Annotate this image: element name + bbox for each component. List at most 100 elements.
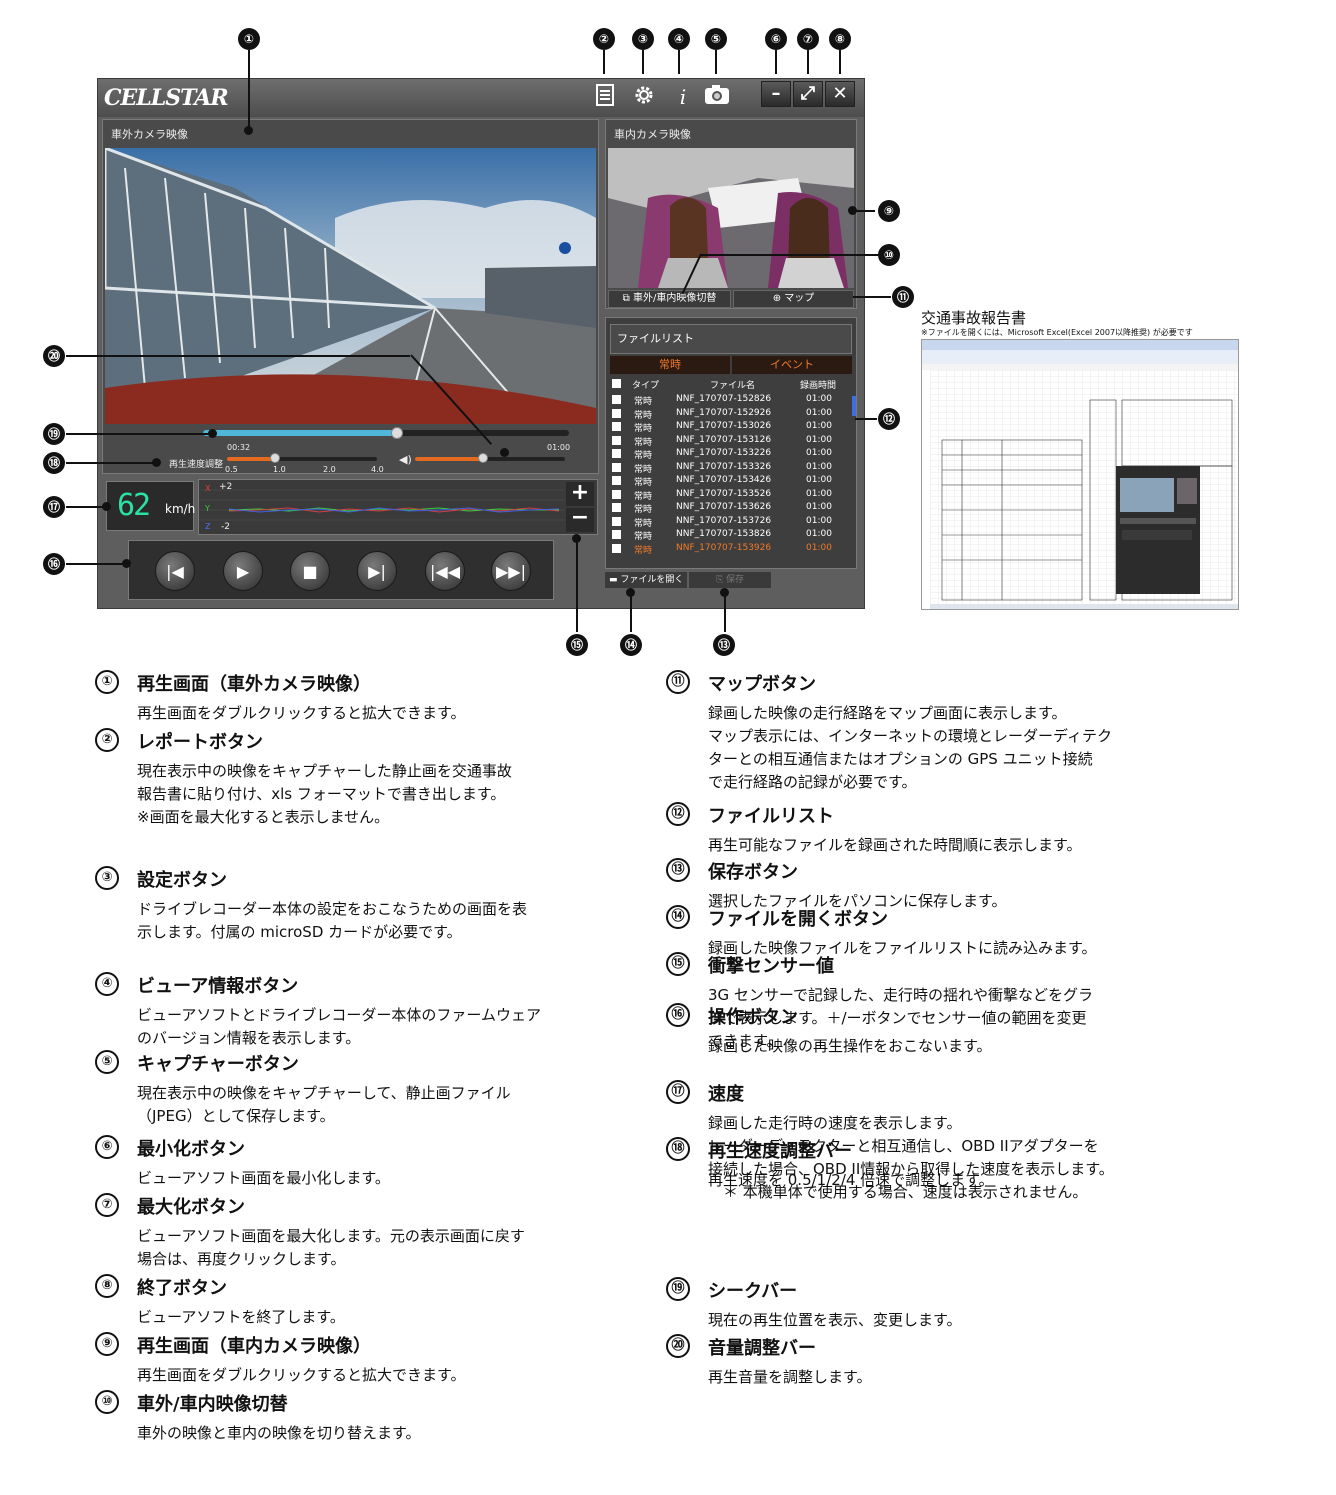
legend-title: マップボタン bbox=[708, 674, 816, 695]
graph-top-label: +2 bbox=[219, 482, 233, 492]
switch-camera-button[interactable]: ⧉ 車外/車内映像切替 bbox=[608, 290, 731, 308]
play-icon[interactable]: ▶ bbox=[223, 551, 263, 591]
file-checkbox[interactable] bbox=[612, 395, 621, 404]
volume-handle[interactable] bbox=[477, 453, 488, 463]
file-row[interactable]: 常時 NNF_170707-153026 01:00 bbox=[610, 420, 852, 434]
next-icon[interactable]: ▶| bbox=[357, 551, 397, 591]
legend-description: ビューアソフト画面を最小化します。 bbox=[137, 1169, 390, 1187]
callout-13: ⑬ bbox=[713, 634, 735, 656]
file-row[interactable]: 常時 NNF_170707-152826 01:00 bbox=[610, 393, 852, 407]
file-name: NNF_170707-153726 bbox=[676, 515, 772, 526]
maximize-button[interactable]: ⤢ bbox=[793, 81, 823, 107]
file-row[interactable]: 常時 NNF_170707-153926 01:00 bbox=[610, 542, 852, 556]
file-row[interactable]: 常時 NNF_170707-153226 01:00 bbox=[610, 447, 852, 461]
playback-speed-handle[interactable] bbox=[270, 453, 280, 463]
legend-number: ⑳ bbox=[666, 1334, 690, 1358]
file-checkbox[interactable] bbox=[612, 489, 621, 499]
report-icon[interactable] bbox=[591, 83, 619, 111]
file-type: 常時 bbox=[634, 545, 653, 556]
file-row[interactable]: 常時 NNF_170707-152926 01:00 bbox=[610, 407, 852, 421]
axis-z-label: Z bbox=[205, 522, 211, 531]
file-row[interactable]: 常時 NNF_170707-153726 01:00 bbox=[610, 515, 852, 529]
legend-title: 衝撃センサー値 bbox=[708, 956, 834, 977]
file-row[interactable]: 常時 NNF_170707-153526 01:00 bbox=[610, 488, 852, 502]
legend-number: ⑭ bbox=[666, 905, 690, 929]
callout-6: ⑥ bbox=[765, 28, 787, 50]
callout-1: ① bbox=[238, 28, 260, 50]
callout-line bbox=[678, 50, 680, 74]
file-checkbox[interactable] bbox=[612, 422, 621, 431]
callout-line bbox=[839, 50, 841, 74]
open-file-button[interactable]: ▬ ファイルを開く bbox=[605, 572, 687, 588]
file-checkbox[interactable] bbox=[612, 530, 621, 539]
file-duration: 01:00 bbox=[806, 394, 832, 404]
callout-17: ⑰ bbox=[43, 496, 65, 518]
volume-fill bbox=[415, 457, 483, 461]
callout-line bbox=[853, 296, 891, 298]
speed-value: 62 bbox=[117, 488, 151, 523]
file-list-scrollbar[interactable] bbox=[852, 396, 856, 416]
file-duration: 01:00 bbox=[806, 502, 832, 512]
file-row[interactable]: 常時 NNF_170707-153326 01:00 bbox=[610, 461, 852, 475]
col-type: タイプ bbox=[632, 381, 660, 391]
file-checkbox[interactable] bbox=[612, 476, 621, 485]
file-name: NNF_170707-153826 bbox=[676, 529, 772, 539]
file-row[interactable]: 常時 NNF_170707-153126 01:00 bbox=[610, 434, 852, 448]
tab-event[interactable]: イベント bbox=[732, 356, 852, 374]
callout-15: ⑮ bbox=[566, 634, 588, 656]
minimize-button[interactable]: – bbox=[761, 81, 791, 107]
legend-description: ビューアソフトを終了します。 bbox=[137, 1308, 345, 1326]
map-button-label: マップ bbox=[784, 293, 815, 304]
info-icon[interactable]: i bbox=[669, 83, 697, 111]
callout-line bbox=[66, 462, 156, 464]
callout-10: ⑩ bbox=[878, 244, 900, 266]
stop-icon[interactable]: ■ bbox=[290, 551, 330, 591]
file-type: 常時 bbox=[634, 464, 653, 475]
graph-minus-button[interactable]: − bbox=[566, 507, 594, 532]
outside-camera-video[interactable] bbox=[105, 148, 596, 424]
file-duration: 01:00 bbox=[806, 542, 832, 553]
callout-line bbox=[576, 538, 578, 632]
file-checkbox[interactable] bbox=[612, 408, 621, 418]
previous-icon[interactable]: |◀ bbox=[155, 551, 195, 591]
speed-display: 62 km/h bbox=[106, 481, 196, 531]
file-row[interactable]: 常時 NNF_170707-153826 01:00 bbox=[610, 528, 852, 542]
file-row[interactable]: 常時 NNF_170707-153626 01:00 bbox=[610, 501, 852, 515]
fast-forward-icon[interactable]: ▶▶| bbox=[491, 551, 531, 591]
inside-camera-video[interactable] bbox=[608, 148, 854, 288]
callout-20: ⑳ bbox=[43, 345, 65, 367]
callout-line bbox=[66, 506, 106, 508]
legend-number: ⑨ bbox=[95, 1332, 119, 1356]
legend-description: 録画した映像の走行経路をマップ画面に表示します。 マップ表示には、インターネット… bbox=[708, 704, 1112, 791]
save-button[interactable]: ⎘ 保存 bbox=[689, 572, 771, 588]
camera-icon[interactable] bbox=[703, 83, 731, 111]
g-sensor-graph: +2 -2 X Y Z + − bbox=[198, 479, 598, 535]
file-checkbox[interactable] bbox=[612, 435, 621, 445]
map-button[interactable]: ⊕ マップ bbox=[733, 290, 854, 308]
file-checkbox[interactable] bbox=[612, 449, 621, 458]
file-checkbox[interactable] bbox=[612, 543, 621, 553]
file-duration: 01:00 bbox=[806, 434, 832, 445]
file-checkbox[interactable] bbox=[612, 503, 621, 512]
report-title: 交通事故報告書 bbox=[921, 309, 1027, 327]
rewind-icon[interactable]: |◀◀ bbox=[425, 551, 465, 591]
tab-normal[interactable]: 常時 bbox=[610, 356, 730, 374]
file-name: NNF_170707-153226 bbox=[676, 448, 772, 458]
speed-unit: km/h bbox=[165, 502, 196, 516]
legend-title: 設定ボタン bbox=[137, 870, 227, 891]
close-button[interactable]: ✕ bbox=[825, 81, 855, 107]
seek-handle[interactable] bbox=[390, 427, 403, 439]
file-checkbox[interactable] bbox=[612, 462, 621, 472]
graph-plus-button[interactable]: + bbox=[566, 482, 594, 506]
legend-description: ビューアソフトとドライブレコーダー本体のファームウェア のバージョン情報を表示し… bbox=[137, 1006, 541, 1047]
file-name: NNF_170707-153326 bbox=[676, 461, 772, 472]
select-all-checkbox[interactable] bbox=[612, 379, 621, 388]
legend-number: ③ bbox=[95, 866, 119, 890]
callout-2: ② bbox=[593, 28, 615, 50]
gear-icon[interactable] bbox=[630, 83, 658, 111]
file-row[interactable]: 常時 NNF_170707-153426 01:00 bbox=[610, 474, 852, 488]
legend-number: ② bbox=[95, 728, 119, 752]
globe-icon: ⊕ bbox=[772, 293, 782, 304]
file-type: 常時 bbox=[634, 478, 653, 488]
file-checkbox[interactable] bbox=[612, 516, 621, 526]
